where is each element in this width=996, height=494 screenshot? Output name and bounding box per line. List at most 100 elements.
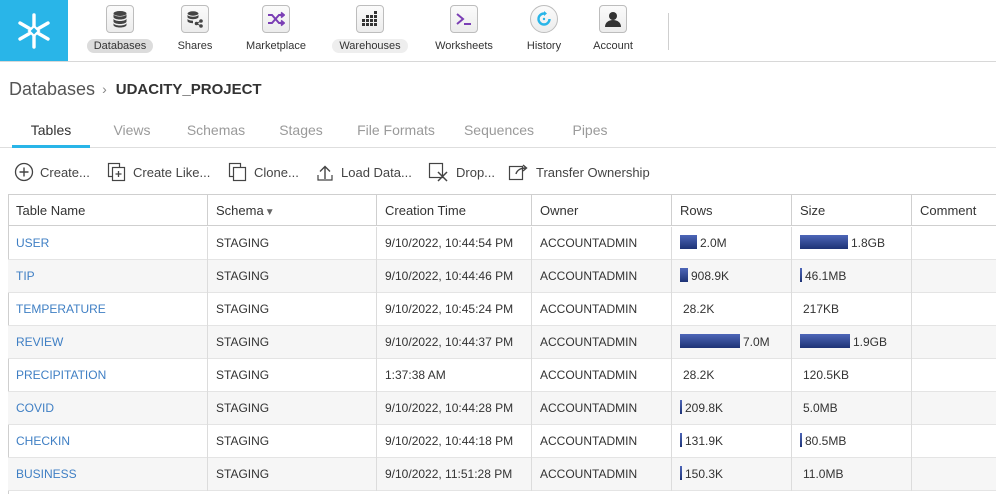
comment-cell [912, 326, 996, 359]
table-name-link-text[interactable]: TIP [16, 269, 35, 283]
column-header-size[interactable]: Size [792, 195, 912, 226]
column-header-owner[interactable]: Owner [532, 195, 672, 226]
size-cell-text: 120.5KB [803, 368, 850, 382]
table-row[interactable]: PRECIPITATION STAGING 1:37:38 AM ACCOUNTADM… [8, 359, 996, 392]
table-name-link[interactable]: BUSINESS [8, 458, 208, 491]
table-name-link[interactable]: TIP [8, 260, 208, 293]
table-row[interactable]: TEMPERATURE STAGING 9/10/2022, 10:45:24 PM… [8, 293, 996, 326]
object-tabs: Tables Views Schemas Stages File Formats… [0, 114, 996, 148]
size-bar [800, 268, 802, 282]
table-name-link-text[interactable]: BUSINESS [16, 467, 77, 481]
column-header-schema[interactable]: Schema▼ [208, 195, 377, 226]
snowflake-logo-icon[interactable] [0, 0, 68, 61]
nav-history[interactable]: History [516, 4, 572, 58]
nav-worksheets[interactable]: Worksheets [424, 4, 504, 58]
table-name-link-text[interactable]: COVID [16, 401, 54, 415]
nav-shares[interactable]: Shares [166, 4, 224, 58]
clone-button[interactable]: Clone... [228, 160, 299, 184]
upload-icon [317, 165, 333, 181]
create-like-button[interactable]: Create Like... [107, 160, 210, 184]
schema-cell-text: STAGING [216, 467, 270, 481]
table-toolbar: Create... Create Like... Clone... Load D… [0, 158, 996, 186]
size-cell-text: 1.8GB [851, 236, 886, 250]
tab-tables[interactable]: Tables [12, 114, 90, 148]
schema-cell-text: STAGING [216, 236, 270, 250]
schema-cell: STAGING [208, 260, 377, 293]
schema-cell: STAGING [208, 227, 377, 260]
tab-pipes[interactable]: Pipes [562, 114, 618, 147]
owner-cell: ACCOUNTADMIN [532, 425, 672, 458]
table-row[interactable]: COVID STAGING 9/10/2022, 10:44:28 PM ACCOUN… [8, 392, 996, 425]
table-name-link-text[interactable]: CHECKIN [16, 434, 70, 448]
owner-cell: ACCOUNTADMIN [532, 260, 672, 293]
transfer-ownership-button[interactable]: Transfer Ownership [508, 160, 650, 184]
creation-time-cell: 1:37:38 AM [377, 359, 532, 392]
rows-bar [680, 268, 688, 282]
size-cell-text: 217KB [803, 302, 840, 316]
tab-views[interactable]: Views [104, 114, 160, 147]
table-name-link-text[interactable]: TEMPERATURE [16, 302, 106, 316]
table-row[interactable]: TIP STAGING 9/10/2022, 10:44:46 PM ACCOUNTA… [8, 260, 996, 293]
create-label: Create... [40, 164, 90, 180]
creation-time-cell: 9/10/2022, 10:44:28 PM [377, 392, 532, 425]
header-label: Owner [540, 203, 579, 218]
load-data-label: Load Data... [341, 164, 412, 180]
header-label: Creation Time [385, 203, 466, 218]
size-cell-text: 80.5MB [805, 434, 847, 448]
rows-bar [680, 334, 740, 348]
schema-cell-text: STAGING [216, 335, 270, 349]
clone-icon [228, 162, 247, 182]
nav-databases[interactable]: Databases [84, 4, 156, 58]
rows-cell-text: 131.9K [685, 434, 724, 448]
comment-cell [912, 425, 996, 458]
size-bar [800, 235, 848, 249]
table-name-link-text[interactable]: REVIEW [16, 335, 63, 349]
column-header-comment[interactable]: Comment [912, 195, 996, 226]
table-name-link[interactable]: TEMPERATURE [8, 293, 208, 326]
create-button[interactable]: Create... [14, 160, 90, 184]
table-name-link[interactable]: REVIEW [8, 326, 208, 359]
creation-time-cell: 9/10/2022, 10:44:46 PM [377, 260, 532, 293]
size-cell: 1.8GB [792, 227, 912, 260]
table-row[interactable]: USER STAGING 9/10/2022, 10:44:54 PM ACCOUNT… [8, 227, 996, 260]
table-name-link-text[interactable]: PRECIPITATION [16, 368, 106, 382]
tab-sequences[interactable]: Sequences [456, 114, 542, 147]
owner-cell: ACCOUNTADMIN [532, 392, 672, 425]
nav-label: History [526, 40, 562, 52]
creation-time-cell: 9/10/2022, 10:44:18 PM [377, 425, 532, 458]
drop-button[interactable]: Drop... [428, 160, 495, 184]
tab-file-formats[interactable]: File Formats [348, 114, 444, 147]
tab-schemas[interactable]: Schemas [178, 114, 254, 147]
table-name-link[interactable]: COVID [8, 392, 208, 425]
breadcrumb: Databases › UDACITY_PROJECT [9, 77, 262, 101]
schema-cell-text: STAGING [216, 434, 270, 448]
rows-cell-text: 28.2K [683, 368, 715, 382]
table-row[interactable]: BUSINESS STAGING 9/10/2022, 11:51:28 PM ACC… [8, 458, 996, 491]
column-header-table-name[interactable]: Table Name [8, 195, 208, 226]
tab-stages[interactable]: Stages [270, 114, 332, 147]
owner-cell-text: ACCOUNTADMIN [540, 434, 638, 448]
rows-cell-text: 28.2K [683, 302, 715, 316]
nav-warehouses[interactable]: Warehouses [328, 4, 412, 58]
column-header-rows[interactable]: Rows [672, 195, 792, 226]
schema-cell-text: STAGING [216, 269, 270, 283]
rows-cell: 28.2K [672, 359, 792, 392]
breadcrumb-databases-link[interactable]: Databases [9, 79, 95, 100]
creation-time-cell-text: 9/10/2022, 11:51:28 PM [385, 467, 513, 481]
table-name-link[interactable]: PRECIPITATION [8, 359, 208, 392]
rows-cell-text: 2.0M [700, 236, 727, 250]
table-row[interactable]: CHECKIN STAGING 9/10/2022, 10:44:18 PM ACCO… [8, 425, 996, 458]
owner-cell: ACCOUNTADMIN [532, 293, 672, 326]
size-bar [800, 433, 802, 447]
table-name-link[interactable]: USER [8, 227, 208, 260]
table-row[interactable]: REVIEW STAGING 9/10/2022, 10:44:37 PM ACCOU… [8, 326, 996, 359]
nav-marketplace[interactable]: Marketplace [236, 4, 316, 58]
nav-account[interactable]: Account [584, 4, 642, 58]
load-data-button[interactable]: Load Data... [315, 160, 412, 184]
drop-label: Drop... [456, 164, 496, 180]
table-name-link-text[interactable]: USER [16, 236, 49, 250]
comment-cell [912, 293, 996, 326]
table-name-link[interactable]: CHECKIN [8, 425, 208, 458]
column-header-creation-time[interactable]: Creation Time [377, 195, 532, 226]
header-label: Size [800, 203, 826, 218]
